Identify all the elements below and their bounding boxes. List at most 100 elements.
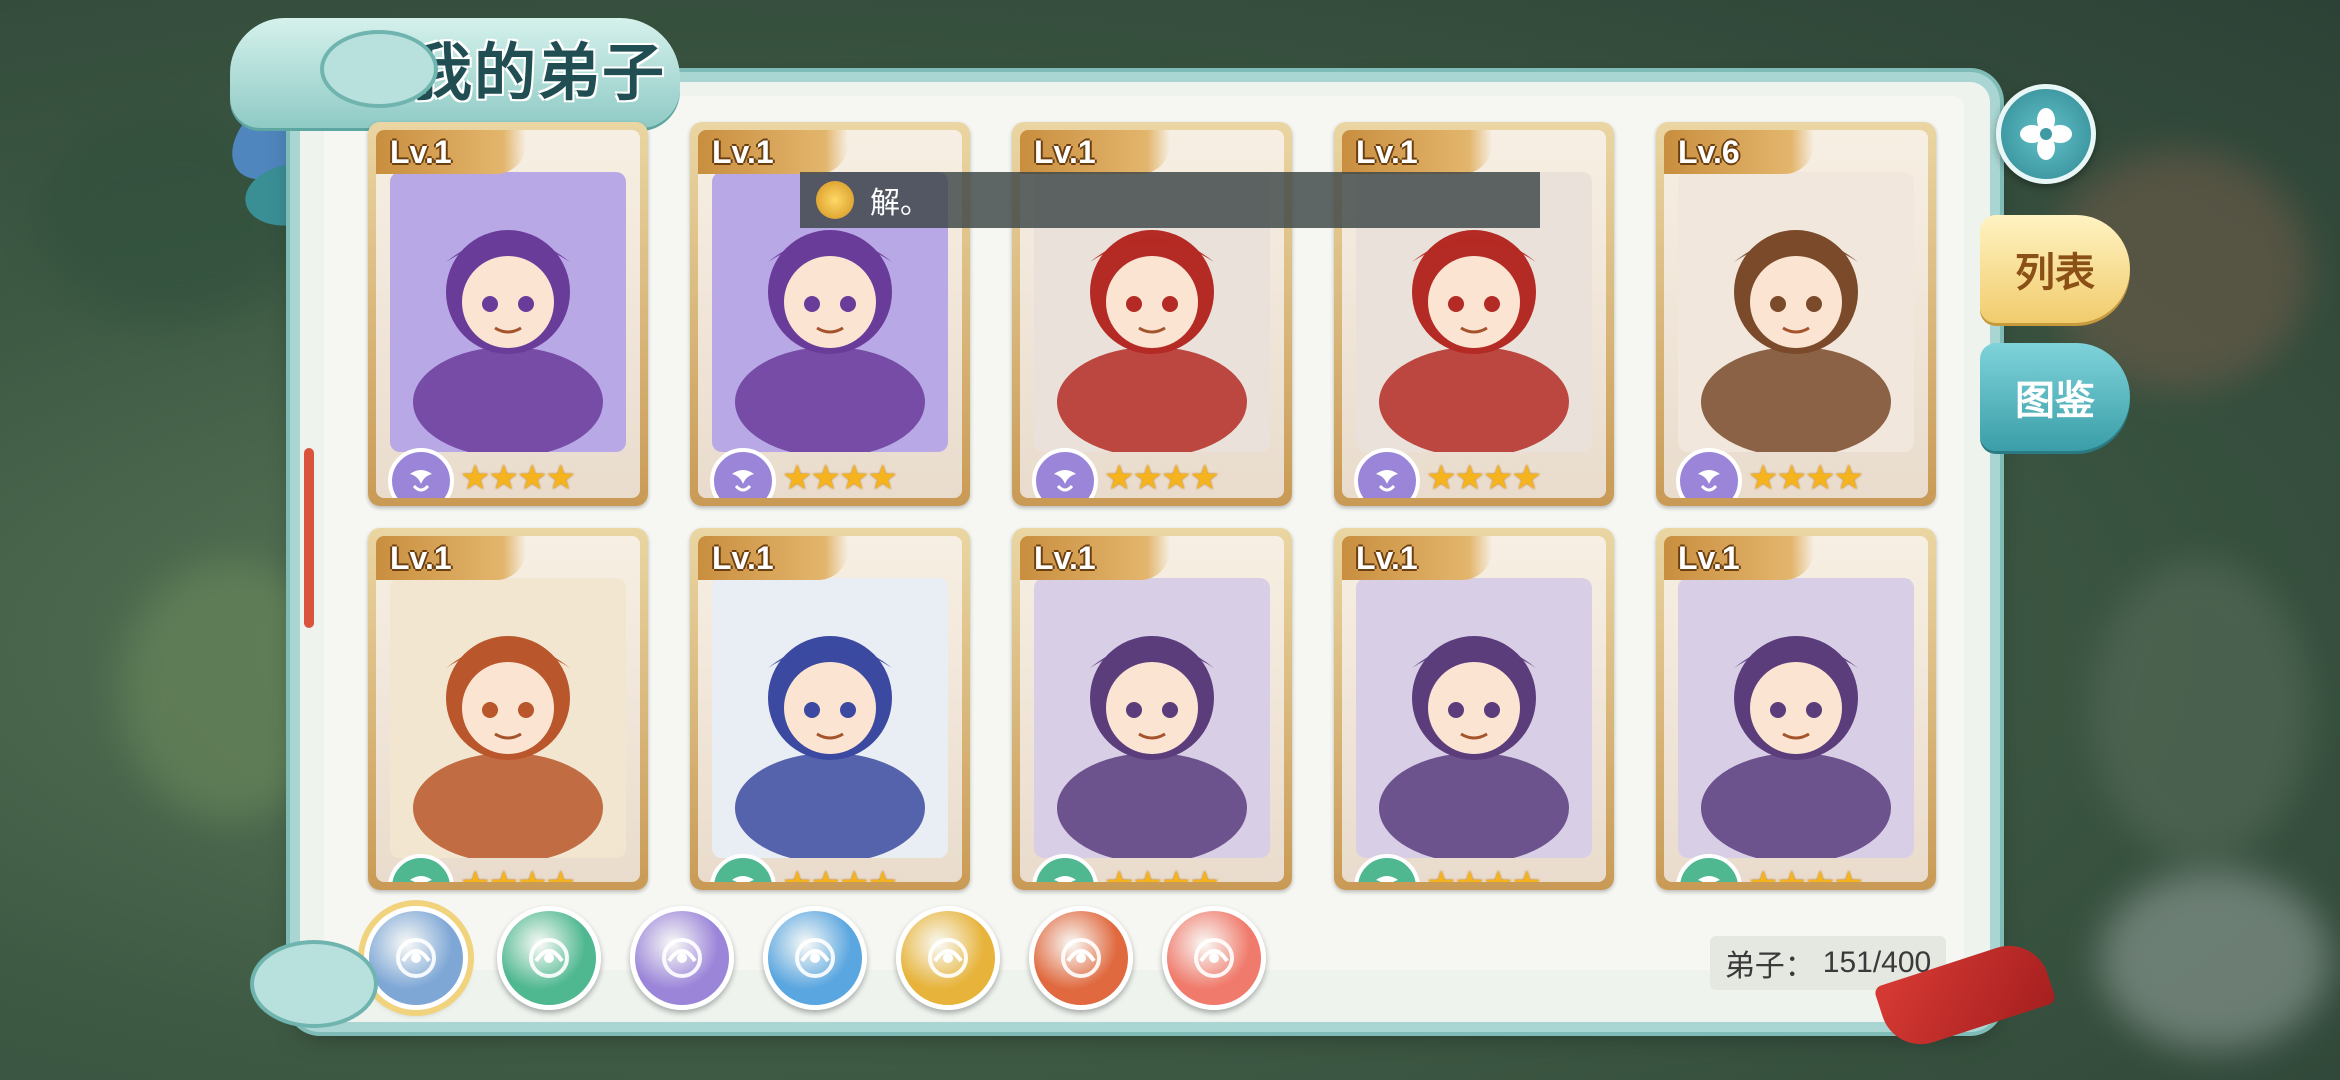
star-rating: ★★★★ — [1748, 459, 1864, 497]
yinyang-element-icon — [1676, 854, 1742, 882]
disciple-card[interactable]: Lv.1 ★★★★ — [1012, 528, 1292, 890]
disciple-card[interactable]: Lv.1 ★★★★ — [1656, 528, 1936, 890]
cloud-decoration — [320, 30, 438, 108]
level-tab: Lv.1 — [1020, 130, 1170, 174]
yinyang-element-icon — [710, 854, 776, 882]
card-frame: Lv.6 ★★★★ — [1664, 130, 1928, 498]
level-tab: Lv.6 — [1664, 130, 1814, 174]
fire-icon — [1061, 938, 1101, 978]
filter-lotus[interactable] — [896, 906, 1000, 1010]
notification-toast: 解。 — [800, 172, 1540, 228]
wind-icon — [1376, 470, 1398, 492]
lute-player-portrait — [712, 578, 948, 858]
counter-label: 弟子： — [1724, 950, 1815, 983]
star-rating: ★★★★ — [1748, 864, 1864, 882]
wind-icon — [1054, 470, 1076, 492]
star-rating: ★★★★ — [1104, 864, 1220, 882]
wind-icon — [732, 470, 754, 492]
filter-all-elements[interactable] — [364, 906, 468, 1010]
level-tab: Lv.1 — [1664, 536, 1814, 580]
filter-wind[interactable] — [630, 906, 734, 1010]
level-tab: Lv.1 — [698, 130, 848, 174]
purple-hair-mage-portrait — [390, 172, 626, 452]
tab-codex[interactable]: 图鉴 — [1980, 343, 2130, 451]
background-buildings — [2090, 560, 2310, 860]
level-label: Lv.1 — [1356, 134, 1418, 170]
yinyang-icon — [732, 876, 754, 882]
water-icon — [795, 938, 835, 978]
background-cloud — [2100, 870, 2330, 1050]
card-frame: Lv.1 ★★★★ — [376, 130, 640, 498]
level-label: Lv.1 — [1356, 540, 1418, 576]
level-tab: Lv.1 — [376, 536, 526, 580]
wind-icon — [410, 470, 432, 492]
level-label: Lv.1 — [1034, 134, 1096, 170]
star-rating: ★★★★ — [460, 459, 576, 497]
all-elements-icon — [396, 938, 436, 978]
element-filter-bar — [364, 898, 1266, 1010]
level-label: Lv.1 — [1678, 540, 1740, 576]
star-rating: ★★★★ — [1104, 459, 1220, 497]
yinyang-icon — [529, 938, 569, 978]
star-rating: ★★★★ — [1426, 864, 1542, 882]
notification-text: 解。 — [870, 187, 930, 220]
cloud-decoration — [250, 940, 378, 1028]
star-rating: ★★★★ — [782, 459, 898, 497]
level-tab: Lv.1 — [1342, 536, 1492, 580]
level-tab: Lv.1 — [376, 130, 526, 174]
tab-list[interactable]: 列表 — [1980, 215, 2130, 323]
cloud-icon — [1194, 938, 1234, 978]
yinyang-icon — [1054, 876, 1076, 882]
disciple-card[interactable]: Lv.1 ★★★★ — [1334, 528, 1614, 890]
wind-element-icon — [1354, 448, 1420, 498]
card-frame: Lv.1 ★★★★ — [376, 536, 640, 882]
lion-rider-portrait — [1678, 172, 1914, 452]
wind-element-icon — [1676, 448, 1742, 498]
monk-warrior-portrait — [390, 578, 626, 858]
star-rating: ★★★★ — [782, 864, 898, 882]
yinyang-icon — [1698, 876, 1720, 882]
yinyang-element-icon — [388, 854, 454, 882]
bell-icon — [816, 181, 854, 219]
card-frame: Lv.1 ★★★★ — [1664, 536, 1928, 882]
level-tab: Lv.1 — [698, 536, 848, 580]
close-button[interactable] — [1996, 84, 2096, 184]
filter-fire[interactable] — [1029, 906, 1133, 1010]
level-label: Lv.1 — [712, 134, 774, 170]
silver-hair-swordswoman-portrait — [1678, 578, 1914, 858]
flower-close-icon — [2020, 108, 2072, 160]
wind-element-icon — [710, 448, 776, 498]
card-frame: Lv.1 ★★★★ — [698, 536, 962, 882]
card-frame: Lv.1 ★★★★ — [1020, 536, 1284, 882]
filter-water[interactable] — [763, 906, 867, 1010]
disciple-card[interactable]: Lv.1 ★★★★ — [368, 528, 648, 890]
lotus-icon — [928, 938, 968, 978]
yinyang-icon — [1376, 876, 1398, 882]
silver-hair-swordswoman-portrait — [1034, 578, 1270, 858]
yinyang-element-icon — [1032, 854, 1098, 882]
level-tab: Lv.1 — [1342, 130, 1492, 174]
yinyang-element-icon — [1354, 854, 1420, 882]
wind-icon — [662, 938, 702, 978]
filter-yinyang[interactable] — [497, 906, 601, 1010]
yinyang-icon — [410, 876, 432, 882]
star-rating: ★★★★ — [460, 864, 576, 882]
page-title: 我的弟子 — [410, 36, 667, 109]
card-frame: Lv.1 ★★★★ — [1342, 536, 1606, 882]
level-label: Lv.1 — [1034, 540, 1096, 576]
level-label: Lv.1 — [390, 134, 452, 170]
level-label: Lv.1 — [390, 540, 452, 576]
level-label: Lv.1 — [712, 540, 774, 576]
disciple-card[interactable]: Lv.6 ★★★★ — [1656, 122, 1936, 506]
scrollbar[interactable] — [304, 448, 314, 628]
filter-cloud[interactable] — [1162, 906, 1266, 1010]
wind-element-icon — [388, 448, 454, 498]
wind-element-icon — [1032, 448, 1098, 498]
wind-icon — [1698, 470, 1720, 492]
silver-hair-swordswoman-portrait — [1356, 578, 1592, 858]
disciple-card[interactable]: Lv.1 ★★★★ — [368, 122, 648, 506]
star-rating: ★★★★ — [1426, 459, 1542, 497]
level-tab: Lv.1 — [1020, 536, 1170, 580]
disciple-card[interactable]: Lv.1 ★★★★ — [690, 528, 970, 890]
level-label: Lv.6 — [1678, 134, 1740, 170]
